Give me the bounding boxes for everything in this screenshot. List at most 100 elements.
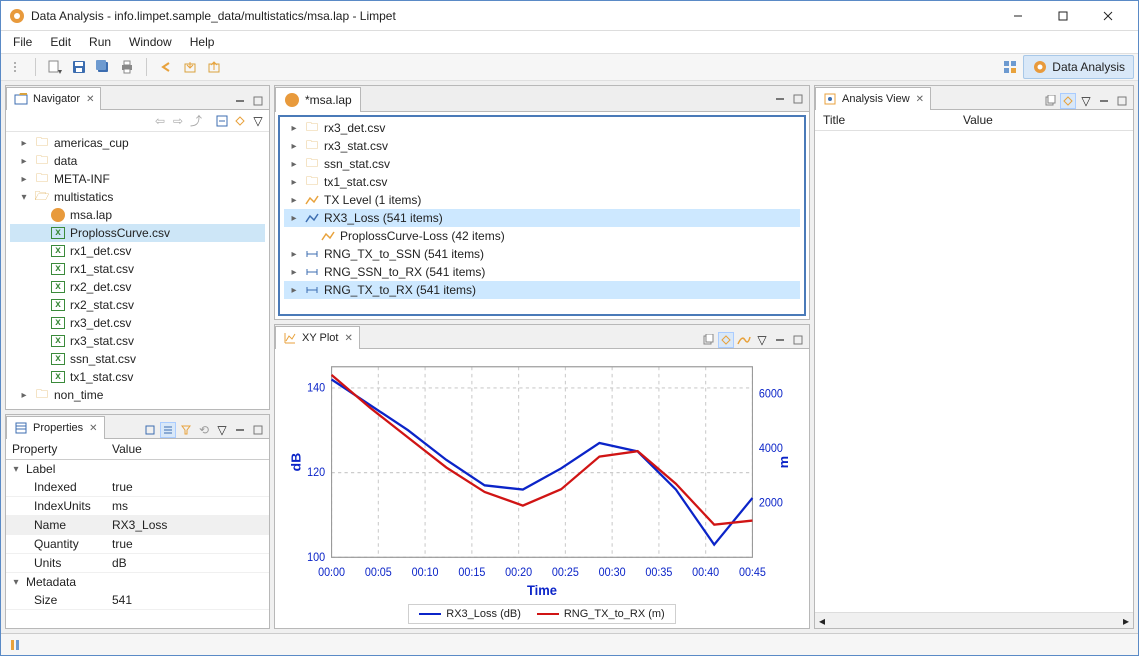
tab-analysis-view[interactable]: Analysis View ✕: [815, 87, 931, 110]
prop-filter-icon[interactable]: [178, 422, 194, 438]
tree-item-rx3stat[interactable]: xrx3_stat.csv: [10, 332, 265, 350]
tab-xy-plot[interactable]: XY Plot ✕: [275, 326, 360, 349]
horizontal-scrollbar[interactable]: ◂ ▸: [815, 612, 1133, 628]
tree-item-proplosscurve[interactable]: xProplossCurve.csv: [10, 224, 265, 242]
menu-edit[interactable]: Edit: [42, 33, 79, 51]
nav-up-icon[interactable]: ⤴: [188, 113, 204, 129]
plot-curve-icon[interactable]: [736, 332, 752, 348]
editor-item-rng-ssn-rx[interactable]: ▸RNG_SSN_to_RX (541 items): [284, 263, 800, 281]
editor-item-rng-tx-rx[interactable]: ▸RNG_TX_to_RX (541 items): [284, 281, 800, 299]
tab-properties[interactable]: Properties ✕: [6, 416, 105, 439]
prop-categories-icon[interactable]: [160, 422, 176, 438]
save-all-button[interactable]: [92, 56, 114, 78]
tree-item-nontime[interactable]: ▸🗀non_time: [10, 386, 265, 404]
tree-item-americas-cup[interactable]: ▸🗀americas_cup: [10, 134, 265, 152]
import-button[interactable]: [179, 56, 201, 78]
nav-back-icon[interactable]: ⇦: [152, 113, 168, 129]
perspective-data-analysis[interactable]: Data Analysis: [1023, 55, 1134, 79]
close-button[interactable]: [1085, 2, 1130, 30]
view-minimize-icon[interactable]: [232, 422, 248, 438]
open-perspective-button[interactable]: [999, 56, 1021, 78]
link-editor-icon[interactable]: [232, 113, 248, 129]
property-group-label[interactable]: ▾Label: [6, 460, 269, 478]
maximize-button[interactable]: [1040, 2, 1085, 30]
properties-col-value[interactable]: Value: [106, 439, 269, 460]
tree-item-rx3det[interactable]: xrx3_det.csv: [10, 314, 265, 332]
property-group-metadata[interactable]: ▾Metadata: [6, 573, 269, 591]
editor-tab-msa[interactable]: *msa.lap: [275, 87, 361, 112]
editor-item-rx3loss[interactable]: ▸RX3_Loss (541 items): [284, 209, 800, 227]
editor-item-rng-tx-ssn[interactable]: ▸RNG_TX_to_SSN (541 items): [284, 245, 800, 263]
tree-item-rx1stat[interactable]: xrx1_stat.csv: [10, 260, 265, 278]
tab-close-icon[interactable]: ✕: [86, 94, 94, 105]
prop-restore-icon[interactable]: ⟲: [196, 422, 212, 438]
export-button[interactable]: [203, 56, 225, 78]
new-dropdown-button[interactable]: [44, 56, 66, 78]
property-key[interactable]: Quantity: [6, 535, 106, 554]
menu-window[interactable]: Window: [121, 33, 180, 51]
nav-forward-icon[interactable]: ⇨: [170, 113, 186, 129]
save-button[interactable]: [68, 56, 90, 78]
toolbar-separator-handle-icon[interactable]: [5, 56, 27, 78]
editor-maximize-icon[interactable]: [790, 91, 806, 107]
tree-item-rx1det[interactable]: xrx1_det.csv: [10, 242, 265, 260]
property-key[interactable]: Name: [6, 516, 106, 535]
tab-close-icon[interactable]: ✕: [916, 94, 924, 105]
property-key[interactable]: Size: [6, 591, 106, 610]
plot-link-icon[interactable]: [718, 332, 734, 348]
tree-item-msa-lap[interactable]: msa.lap: [10, 206, 265, 224]
view-menu-icon[interactable]: ▽: [754, 332, 770, 348]
analysis-col-value[interactable]: Value: [955, 110, 1133, 131]
property-key[interactable]: IndexUnits: [6, 497, 106, 516]
undo-arrow-icon[interactable]: [155, 56, 177, 78]
view-menu-icon[interactable]: ▽: [1078, 93, 1094, 109]
menu-help[interactable]: Help: [182, 33, 223, 51]
plot-copy-icon[interactable]: [700, 332, 716, 348]
editor-item[interactable]: ▸🗀rx3_det.csv: [284, 119, 800, 137]
property-value[interactable]: 541: [106, 591, 269, 610]
tree-item-rx2det[interactable]: xrx2_det.csv: [10, 278, 265, 296]
view-maximize-icon[interactable]: [1114, 93, 1130, 109]
prop-pin-icon[interactable]: [142, 422, 158, 438]
editor-minimize-icon[interactable]: [772, 91, 788, 107]
property-key[interactable]: Units: [6, 554, 106, 573]
view-maximize-icon[interactable]: [250, 93, 266, 109]
editor-item[interactable]: ▸🗀rx3_stat.csv: [284, 137, 800, 155]
menu-file[interactable]: File: [5, 33, 40, 51]
view-maximize-icon[interactable]: [250, 422, 266, 438]
view-minimize-icon[interactable]: [772, 332, 788, 348]
analysis-col-title[interactable]: Title: [815, 110, 955, 131]
tree-item-rx2stat[interactable]: xrx2_stat.csv: [10, 296, 265, 314]
minimize-button[interactable]: [995, 2, 1040, 30]
view-minimize-icon[interactable]: [1096, 93, 1112, 109]
tab-close-icon[interactable]: ✕: [89, 423, 97, 434]
tab-navigator[interactable]: Navigator ✕: [6, 87, 101, 110]
property-value[interactable]: true: [106, 478, 269, 497]
view-minimize-icon[interactable]: [232, 93, 248, 109]
properties-col-property[interactable]: Property: [6, 439, 106, 460]
editor-item[interactable]: ▸🗀tx1_stat.csv: [284, 173, 800, 191]
view-menu-icon[interactable]: ▽: [214, 422, 230, 438]
print-button[interactable]: [116, 56, 138, 78]
tree-item-meta-inf[interactable]: ▸🗀META-INF: [10, 170, 265, 188]
view-maximize-icon[interactable]: [790, 332, 806, 348]
editor-item[interactable]: ▸🗀ssn_stat.csv: [284, 155, 800, 173]
view-menu-icon[interactable]: ▽: [250, 113, 266, 129]
tree-item-data[interactable]: ▸🗀data: [10, 152, 265, 170]
property-key[interactable]: Indexed: [6, 478, 106, 497]
property-value[interactable]: RX3_Loss: [106, 516, 269, 535]
tab-close-icon[interactable]: ✕: [345, 333, 353, 344]
analysis-link-icon[interactable]: [1060, 93, 1076, 109]
property-value[interactable]: ms: [106, 497, 269, 516]
collapse-all-icon[interactable]: [214, 113, 230, 129]
tree-item-multistatics[interactable]: ▾🗁multistatics: [10, 188, 265, 206]
analysis-copy-icon[interactable]: [1042, 93, 1058, 109]
tree-item-ssnstat[interactable]: xssn_stat.csv: [10, 350, 265, 368]
property-value[interactable]: true: [106, 535, 269, 554]
editor-item-txlevel[interactable]: ▸TX Level (1 items): [284, 191, 800, 209]
menu-run[interactable]: Run: [81, 33, 119, 51]
property-value[interactable]: dB: [106, 554, 269, 573]
editor-item-proploss[interactable]: ProplossCurve-Loss (42 items): [284, 227, 800, 245]
tree-item-tx1stat[interactable]: xtx1_stat.csv: [10, 368, 265, 386]
xy-plot-chart[interactable]: 00:0000:0500:1000:1500:2000:2500:3000:35…: [283, 355, 801, 602]
